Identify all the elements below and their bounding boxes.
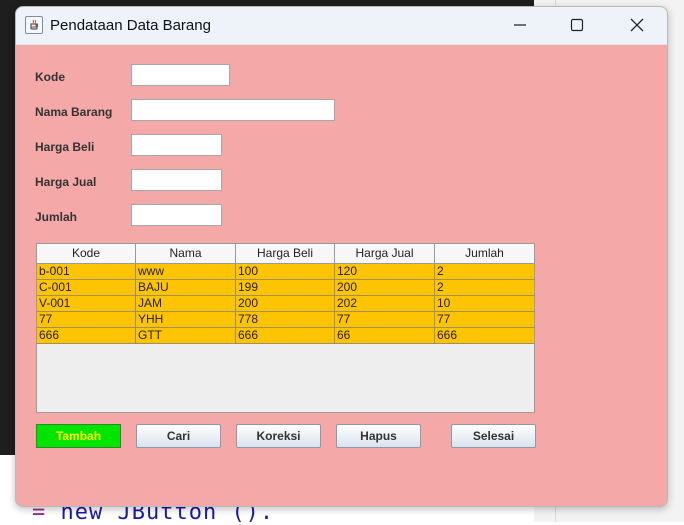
kode-label: Kode [35, 70, 65, 84]
cell-harga-jual: 66 [335, 328, 435, 344]
cell-harga-jual: 200 [335, 280, 435, 296]
close-button[interactable] [614, 7, 660, 44]
cell-kode: C-001 [37, 280, 136, 296]
cell-harga-beli: 778 [236, 312, 335, 328]
cell-nama: www [136, 264, 236, 280]
cell-kode: 666 [37, 328, 136, 344]
cell-jumlah: 666 [435, 328, 534, 344]
table-body: b-001 www 100 120 2 C-001 BAJU 199 200 2… [37, 264, 534, 344]
table-header: Kode Nama Harga Beli Harga Jual Jumlah [37, 244, 534, 264]
data-table[interactable]: Kode Nama Harga Beli Harga Jual Jumlah b… [36, 243, 535, 413]
cell-harga-beli: 199 [236, 280, 335, 296]
close-icon [630, 18, 644, 32]
harga-jual-label: Harga Jual [35, 175, 97, 189]
title-bar[interactable]: Pendataan Data Barang [16, 7, 667, 45]
cell-harga-jual: 202 [335, 296, 435, 312]
column-header-nama[interactable]: Nama [136, 244, 236, 264]
jumlah-input[interactable] [131, 204, 222, 226]
cell-harga-jual: 120 [335, 264, 435, 280]
minimize-icon [514, 24, 526, 26]
app-window: Pendataan Data Barang Kode Nama Barang H… [15, 6, 668, 507]
column-header-kode[interactable]: Kode [37, 244, 136, 264]
cell-jumlah: 77 [435, 312, 534, 328]
kode-input[interactable] [131, 64, 230, 86]
harga-jual-input[interactable] [131, 169, 222, 191]
nama-barang-label: Nama Barang [35, 105, 113, 119]
cell-jumlah: 10 [435, 296, 534, 312]
column-header-harga-beli[interactable]: Harga Beli [236, 244, 335, 264]
table-row[interactable]: b-001 www 100 120 2 [37, 264, 534, 280]
cell-jumlah: 2 [435, 280, 534, 296]
maximize-button[interactable] [554, 7, 600, 44]
table-row[interactable]: V-001 JAM 200 202 10 [37, 296, 534, 312]
cell-kode: V-001 [37, 296, 136, 312]
harga-beli-input[interactable] [131, 134, 222, 156]
tambah-button[interactable]: Tambah [36, 424, 121, 448]
cell-nama: GTT [136, 328, 236, 344]
selesai-button[interactable]: Selesai [451, 424, 536, 448]
cell-harga-beli: 666 [236, 328, 335, 344]
cell-nama: YHH [136, 312, 236, 328]
nama-barang-input[interactable] [131, 99, 335, 121]
jumlah-label: Jumlah [35, 210, 78, 224]
cell-nama: BAJU [136, 280, 236, 296]
window-title: Pendataan Data Barang [50, 17, 211, 34]
cell-kode: b-001 [37, 264, 136, 280]
table-row[interactable]: 666 GTT 666 66 666 [37, 328, 534, 344]
column-header-jumlah[interactable]: Jumlah [435, 244, 534, 264]
cari-button[interactable]: Cari [136, 424, 221, 448]
cell-kode: 77 [37, 312, 136, 328]
minimize-button[interactable] [497, 7, 543, 44]
cell-harga-beli: 100 [236, 264, 335, 280]
cell-nama: JAM [136, 296, 236, 312]
koreksi-button[interactable]: Koreksi [236, 424, 321, 448]
cell-jumlah: 2 [435, 264, 534, 280]
table-row[interactable]: 77 YHH 778 77 77 [37, 312, 534, 328]
hapus-button[interactable]: Hapus [336, 424, 421, 448]
maximize-icon [570, 18, 584, 32]
table-row[interactable]: C-001 BAJU 199 200 2 [37, 280, 534, 296]
column-header-harga-jual[interactable]: Harga Jual [335, 244, 435, 264]
cell-harga-beli: 200 [236, 296, 335, 312]
cell-harga-jual: 77 [335, 312, 435, 328]
harga-beli-label: Harga Beli [35, 140, 95, 154]
java-app-icon [25, 16, 43, 34]
